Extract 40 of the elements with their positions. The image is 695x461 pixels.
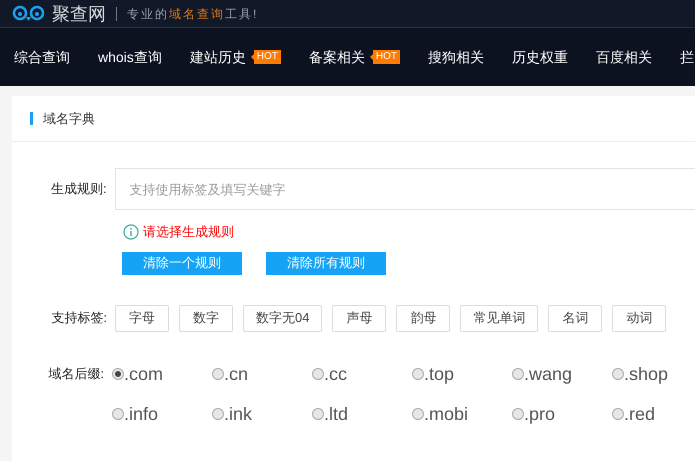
hot-badge: HOT (254, 50, 281, 64)
nav-link[interactable]: 建站历史 (190, 46, 246, 68)
suffix-radio[interactable]: .pro (512, 404, 556, 424)
rule-input-field[interactable]: 支持使用标签及填写关键字 (114, 168, 695, 210)
tags-label: 支持标签: (50, 309, 108, 328)
suffix-radio[interactable]: .info (112, 404, 158, 424)
tag-button[interactable]: 名词 (548, 304, 602, 332)
owl-eyes-logo-icon (12, 4, 46, 22)
suffix-radio[interactable]: .cc (312, 364, 348, 384)
nav-link[interactable]: whois查询 (98, 46, 162, 68)
logo-text[interactable]: 聚查网 (52, 4, 106, 22)
tag-button[interactable]: 声母 (332, 304, 386, 332)
info-icon (123, 224, 139, 240)
tag-button[interactable]: 韵母 (396, 304, 450, 332)
tag-button[interactable]: 数字 (179, 304, 233, 332)
tag-button[interactable]: 动词 (612, 304, 666, 332)
suffix-radio[interactable]: .mobi (412, 404, 468, 424)
nav-link[interactable]: 拦 (680, 46, 694, 68)
error-message: 请选择生成规则 (143, 223, 234, 241)
suffix-radio[interactable]: .top (412, 364, 454, 384)
suffix-radio[interactable]: .red (612, 404, 656, 424)
nav-link[interactable]: 备案相关 (308, 46, 365, 68)
suffix-radio[interactable]: .ink (212, 404, 252, 424)
suffix-radio[interactable]: .wang (512, 364, 572, 384)
nav-link[interactable]: 百度相关 (596, 46, 652, 68)
nav-link[interactable]: 综合查询 (14, 46, 70, 68)
tag-button[interactable]: 常见单词 (460, 304, 538, 332)
tag-button[interactable]: 数字无04 (243, 304, 322, 332)
suffix-radio[interactable]: .com (112, 364, 164, 384)
suffix-radio[interactable]: .shop (612, 364, 668, 384)
nav-link[interactable]: 历史权重 (512, 46, 568, 68)
rule-label: 生成规则: (50, 180, 108, 198)
slogan: 专业的 域名查询 工具! (127, 6, 258, 22)
panel-title: 域名字典 (43, 110, 95, 128)
hot-badge: HOT (372, 50, 400, 64)
suffix-radio[interactable]: .cn (212, 364, 248, 384)
tag-button[interactable]: 字母 (115, 304, 169, 332)
suffix-radio[interactable]: .ltd (312, 404, 348, 424)
nav-link[interactable]: 搜狗相关 (428, 46, 484, 68)
suffix-label: 域名后缀: (47, 364, 105, 382)
